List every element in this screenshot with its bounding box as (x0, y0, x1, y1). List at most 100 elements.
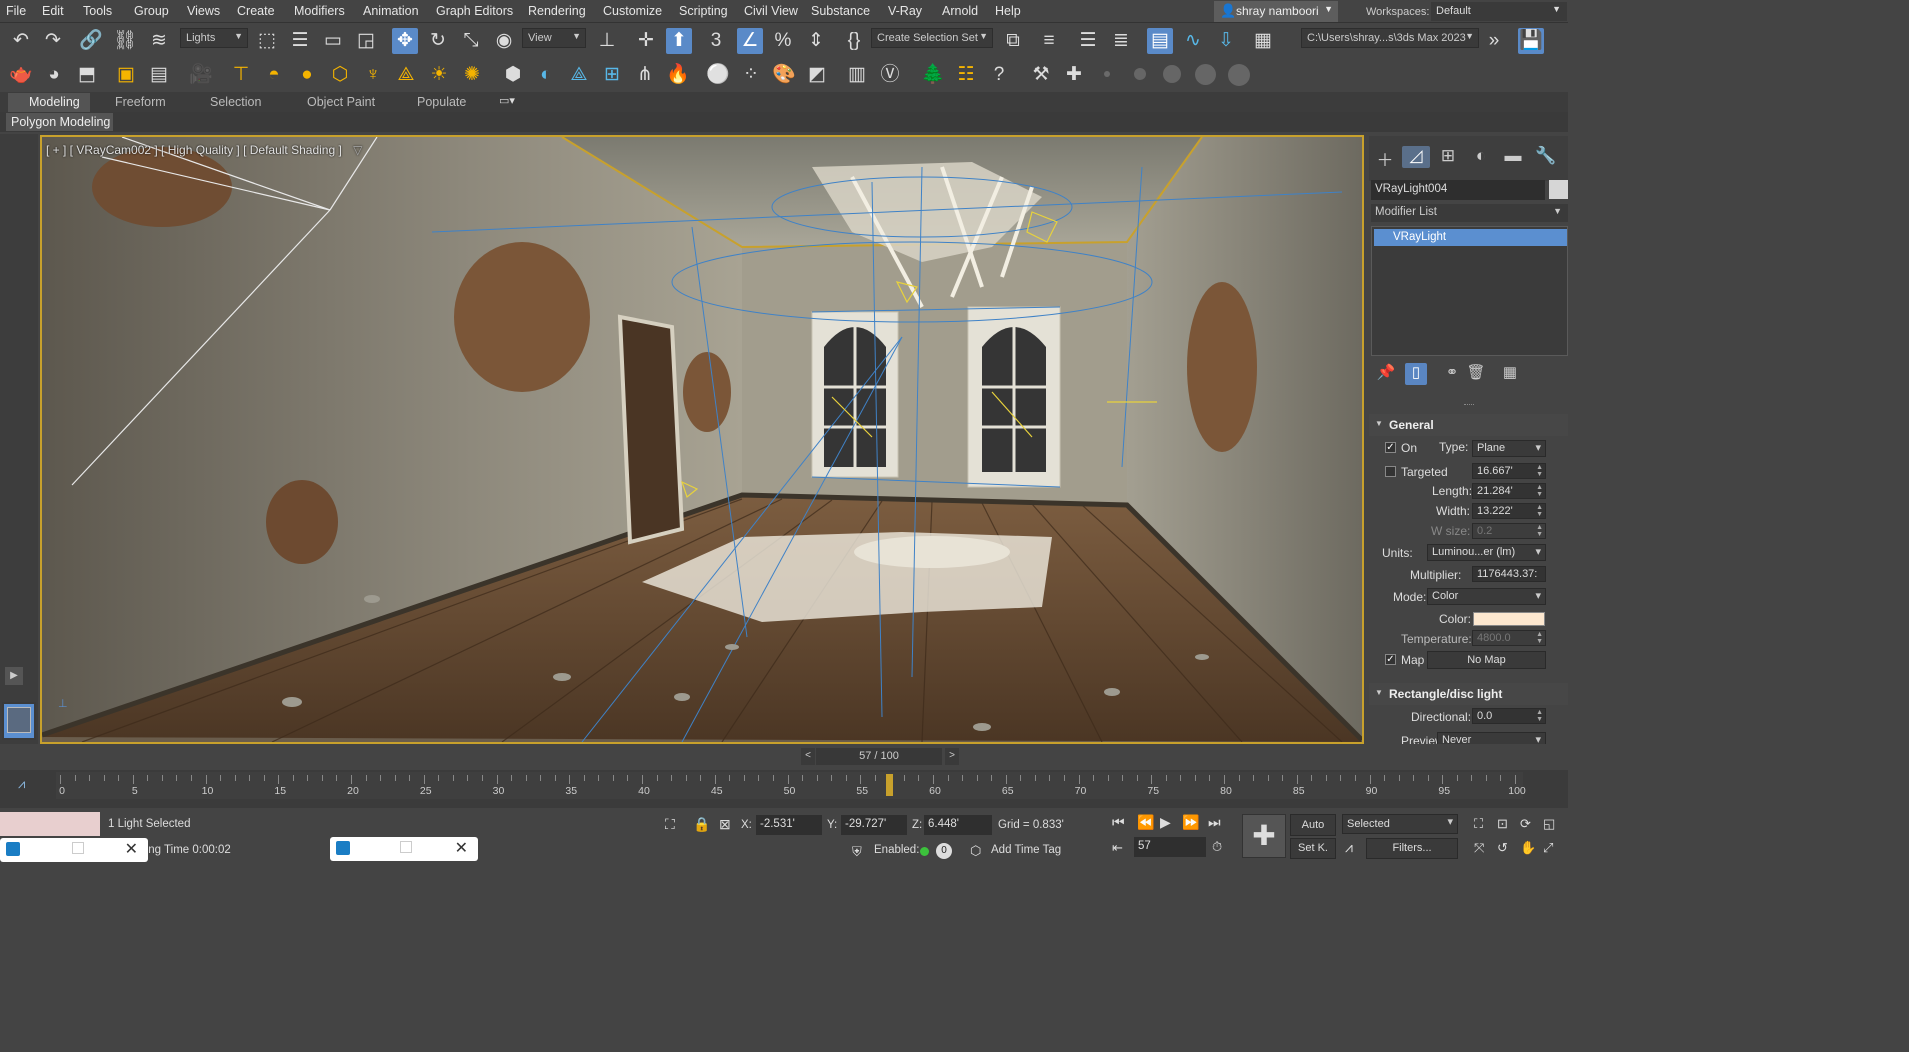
close-icon[interactable]: ✕ (455, 838, 468, 858)
add-tool-icon[interactable]: ✚ (1061, 62, 1087, 88)
material-converter-icon[interactable]: ◩ (804, 62, 830, 88)
vray-logo-icon[interactable]: Ⓥ (877, 62, 903, 88)
pin-stack-icon[interactable]: 📌 (1375, 363, 1397, 385)
menu-rendering[interactable]: Rendering (528, 4, 586, 18)
tab-modeling[interactable]: Modeling (8, 93, 90, 112)
dolly-icon[interactable]: ⤧ (1474, 840, 1484, 856)
scene-explorer-icon[interactable]: ☰ (1075, 28, 1101, 54)
spinner-icon[interactable]: ▲ ▼ (1536, 484, 1543, 498)
lister-icon[interactable]: ☷ (953, 62, 979, 88)
rectangular-selection-icon[interactable]: ▭ (320, 28, 346, 54)
modify-tab-icon[interactable]: ◿ (1402, 146, 1430, 168)
fov-icon[interactable]: ◱ (1543, 816, 1555, 832)
menu-vray[interactable]: V-Ray (888, 4, 922, 18)
absolute-mode-icon[interactable]: ⊠ (719, 816, 731, 833)
targeted-checkbox[interactable] (1385, 466, 1396, 477)
menu-civil-view[interactable]: Civil View (744, 4, 798, 18)
key-tangent-icon[interactable]: ⩘ (1345, 839, 1353, 856)
modifier-list-dropdown[interactable]: Modifier List ▼ (1371, 204, 1568, 222)
viewport-layout-thumbnail[interactable] (2, 702, 36, 740)
mirror-icon[interactable]: ⧉ (1000, 28, 1026, 54)
x-coordinate-field[interactable]: -2.531' (756, 815, 822, 835)
set-key-icon[interactable]: ✚ (1242, 814, 1286, 858)
zoom-extents-icon[interactable]: ⛶ (1474, 816, 1483, 832)
camera-icon[interactable]: 🎥 (188, 62, 214, 88)
previous-frame-icon[interactable]: ⏪ (1137, 814, 1154, 835)
key-mode-icon[interactable]: ⇤ (1112, 840, 1123, 856)
vray-ies-light-icon[interactable]: ♆ (360, 62, 386, 88)
tab-freeform[interactable]: Freeform (115, 95, 166, 109)
select-scale-icon[interactable]: ⤡ (458, 28, 484, 54)
general-rollout-header[interactable]: General (1369, 414, 1568, 436)
pivot-center-icon[interactable]: ⊥ (594, 28, 620, 54)
select-rotate-icon[interactable]: ↻ (425, 28, 451, 54)
set-key-button[interactable]: Set K. (1290, 838, 1336, 859)
teapot-icon[interactable]: 🫖 (8, 62, 34, 88)
close-icon[interactable]: ✕ (125, 839, 138, 859)
next-frame-icon[interactable]: ⏩ (1182, 814, 1199, 835)
menu-substance[interactable]: Substance (811, 4, 870, 18)
vray-sphere-light-icon[interactable]: ● (294, 62, 320, 88)
redo-icon[interactable]: ↷ (40, 28, 66, 54)
curve-editor-mini-icon[interactable]: ⩘ (18, 776, 25, 792)
vray-mesh-light-icon[interactable]: ⬡ (327, 62, 353, 88)
tag-icon[interactable]: ⬡ (970, 843, 981, 859)
directional-field[interactable]: 0.0 ▲ ▼ (1472, 708, 1546, 724)
render-frame-icon[interactable]: ⬒ (74, 62, 100, 88)
length-field[interactable]: 21.284' ▲ ▼ (1472, 483, 1546, 499)
spinner-snap-icon[interactable]: ⇕ (803, 28, 829, 54)
configure-sets-icon[interactable]: ▦ (1499, 363, 1521, 385)
viewport-label[interactable]: [ + ] [ VRayCam002 ] [ High Quality ] [ … (46, 143, 362, 157)
play-icon[interactable]: ▶ (1160, 814, 1171, 835)
align-icon[interactable]: ≡ (1036, 28, 1062, 54)
tab-populate[interactable]: Populate (417, 95, 466, 109)
mode-dropdown[interactable]: Color (1427, 588, 1546, 605)
create-tab-icon[interactable]: ＋ (1371, 146, 1399, 170)
display-tab-icon[interactable]: ▬ (1499, 146, 1527, 168)
width-field[interactable]: 13.222' ▲ ▼ (1472, 503, 1546, 519)
remove-modifier-icon[interactable]: 🗑 (1465, 363, 1487, 385)
filter-icon[interactable]: ▽ (353, 143, 362, 157)
overflow-chevron-icon[interactable]: » (1481, 28, 1507, 54)
key-filters-button[interactable]: Filters... (1366, 838, 1458, 859)
help-icon[interactable]: ? (986, 62, 1012, 88)
curve-editor-icon[interactable]: ∿ (1180, 28, 1206, 54)
angle-snap-icon[interactable]: ∠ (737, 28, 763, 54)
render-setup-icon[interactable]: ◕ (41, 62, 67, 88)
timeline-current-frame-marker[interactable] (886, 774, 894, 796)
object-name-field[interactable]: VRayLight004 (1371, 180, 1545, 200)
maxscript-listener[interactable] (0, 812, 100, 836)
preview-dropdown[interactable]: Never (1437, 732, 1546, 744)
go-to-start-icon[interactable]: ⏮ (1112, 814, 1125, 835)
reference-coordinate-dropdown[interactable]: View ▼ (522, 28, 586, 48)
select-by-name-icon[interactable]: ☰ (287, 28, 313, 54)
time-slider-handle[interactable]: 57 / 100 (816, 748, 942, 765)
spinner-icon[interactable]: ▲ ▼ (1536, 504, 1543, 518)
selection-filter-dropdown[interactable]: Lights ▼ (180, 28, 248, 48)
light-color-swatch[interactable] (1473, 612, 1545, 626)
user-account-menu[interactable]: 👤 shray namboori ▼ (1214, 1, 1338, 22)
auto-key-button[interactable]: Auto (1290, 814, 1336, 836)
select-place-icon[interactable]: ◉ (491, 28, 517, 54)
menu-tools[interactable]: Tools (83, 4, 112, 18)
maximize-viewport-icon[interactable]: ⤢ (1543, 840, 1553, 856)
isolate-selection-icon[interactable]: ⛶ (665, 816, 675, 833)
toggle-ribbon-icon[interactable]: ▤ (1147, 28, 1173, 54)
vray-multi-material-icon[interactable]: ⁘ (738, 62, 764, 88)
vray-fire-icon[interactable]: 🔥 (665, 62, 691, 88)
material-palette-icon[interactable]: 🎨 (771, 62, 797, 88)
vray-sun-icon[interactable]: ☀ (426, 62, 452, 88)
stack-item-vraylight[interactable]: VRayLight (1374, 229, 1567, 246)
map-checkbox[interactable]: ✓ (1385, 654, 1396, 665)
menu-animation[interactable]: Animation (363, 4, 419, 18)
menu-customize[interactable]: Customize (603, 4, 662, 18)
menu-modifiers[interactable]: Modifiers (294, 4, 345, 18)
render-iterative-icon[interactable]: ▤ (146, 62, 172, 88)
resize-handle[interactable] (1464, 404, 1474, 406)
percent-snap-icon[interactable]: % (770, 28, 796, 54)
polygon-modeling-tab[interactable]: Polygon Modeling (6, 113, 113, 131)
taskbar-window-1[interactable]: ✕ (0, 838, 148, 862)
vray-sun-sky-icon[interactable]: ✺ (459, 62, 485, 88)
time-config-icon[interactable]: ⏱ (1212, 839, 1222, 855)
truck-icon[interactable]: ✋ (1520, 840, 1536, 856)
